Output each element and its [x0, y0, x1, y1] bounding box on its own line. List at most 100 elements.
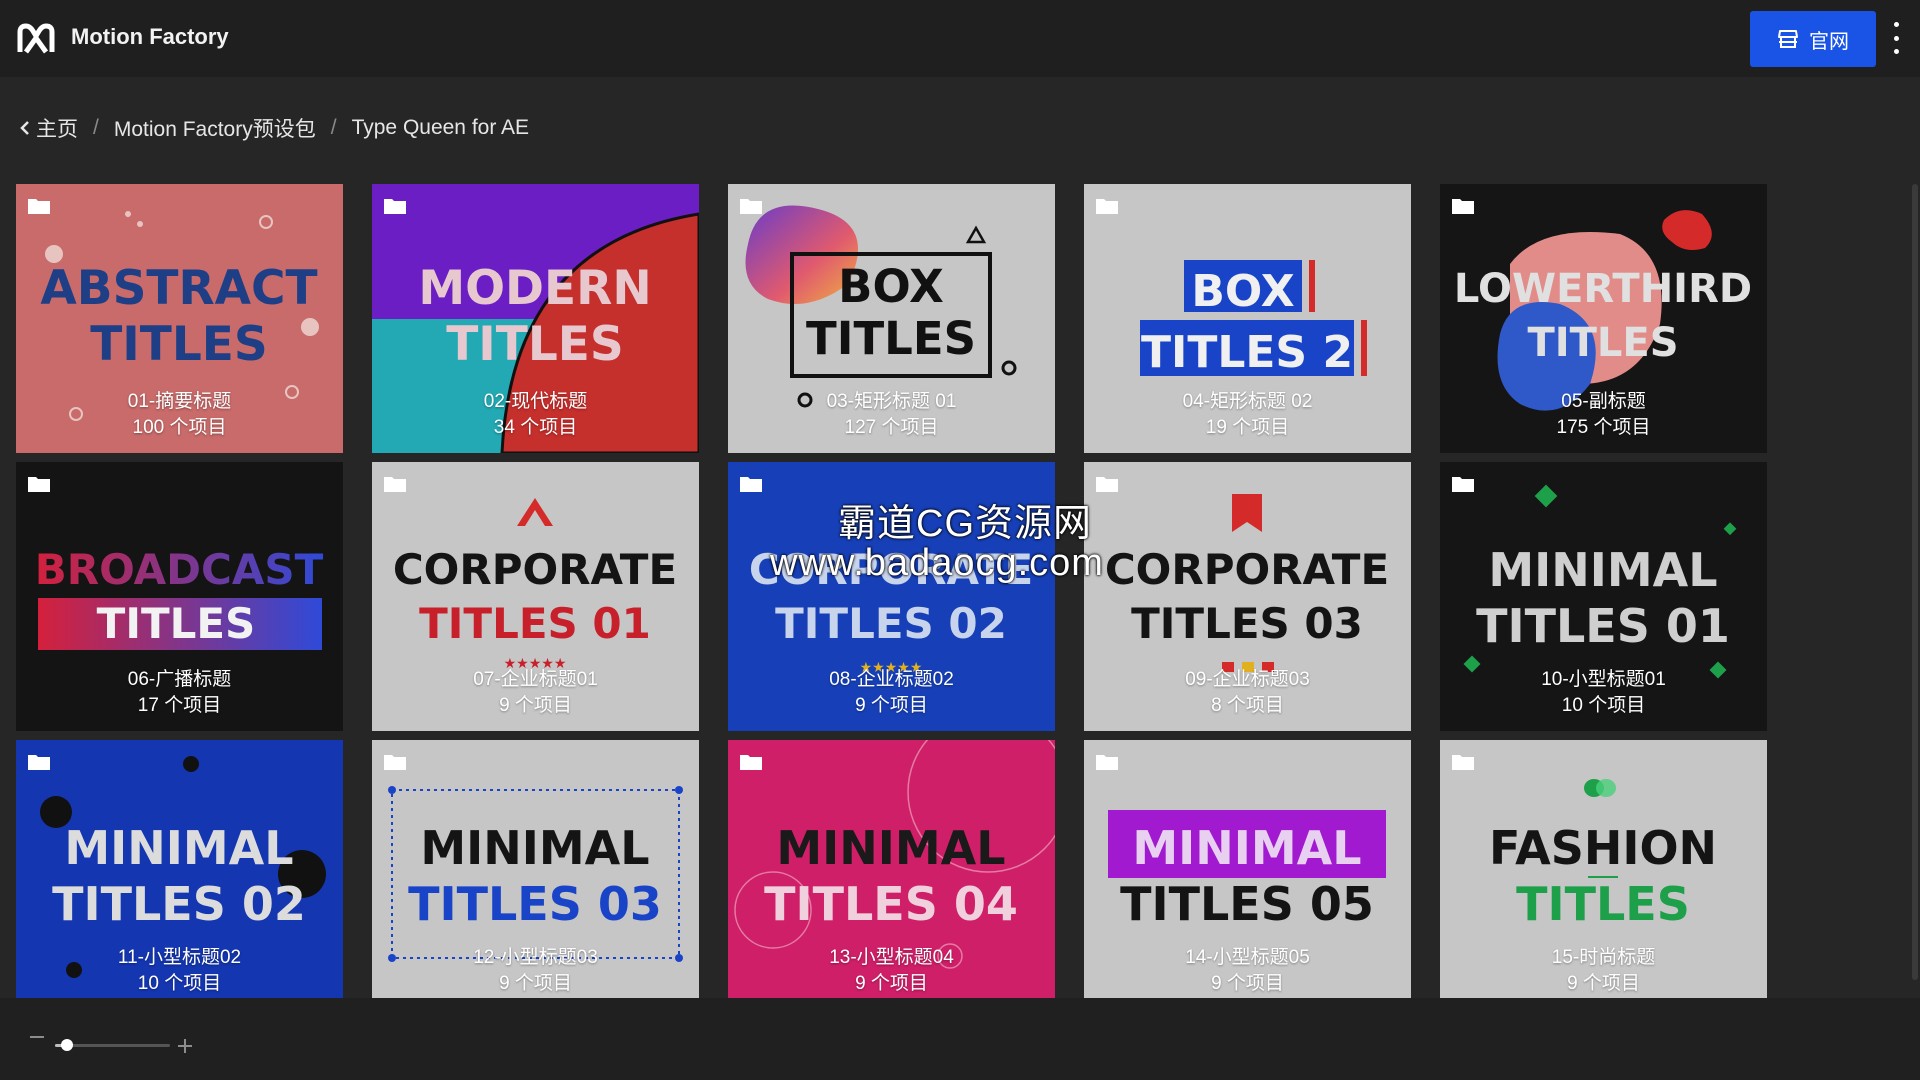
folder-icon — [28, 477, 50, 492]
folder-item-count: 10 个项目 — [1561, 695, 1646, 716]
folder-item-count: 34 个项目 — [493, 417, 578, 438]
art-line1: MINIMAL — [776, 821, 1005, 875]
folder-name: 02-现代标题 — [483, 391, 588, 412]
folder-name: 14-小型标题05 — [1185, 947, 1310, 968]
art-line2: TITLES 02 — [775, 599, 1007, 648]
folder-item-count: 10 个项目 — [137, 973, 222, 994]
app-title: Motion Factory — [71, 24, 229, 49]
folder-icon — [384, 477, 406, 492]
folder-name: 05-副标题 — [1561, 391, 1646, 412]
art-line2: TITLES — [90, 317, 268, 372]
art-line1: CORPORATE — [393, 545, 677, 594]
watermark-text: 霸道CG资源网 — [838, 503, 1093, 545]
folder-name: 10-小型标题01 — [1541, 669, 1666, 690]
folder-name: 06-广播标题 — [127, 669, 232, 690]
folder-card[interactable]: LOWERTHIRD TITLES 05-副标题 175 个项目 — [1440, 184, 1767, 453]
official-site-button[interactable]: 官网 — [1750, 11, 1876, 67]
folder-item-count: 8 个项目 — [1211, 695, 1284, 716]
art-line1: BROADCAST — [35, 545, 324, 594]
art-line1: CORPORATE — [1105, 545, 1389, 594]
bottom-bar — [0, 998, 1920, 1080]
folder-item-count: 9 个项目 — [855, 973, 928, 994]
folder-card[interactable]: MODERN TITLES 02-现代标题 34 个项目 — [372, 184, 699, 453]
folder-icon — [384, 755, 406, 770]
breadcrumb: 主页 / Motion Factory预设包 / Type Queen for … — [20, 113, 529, 143]
folder-card[interactable]: FASHION TITLES 15-时尚标题 9 个项目 — [1440, 740, 1767, 1009]
breadcrumb-separator: / — [330, 116, 337, 139]
art-line2: TITLES — [97, 599, 256, 648]
art-line1: BOX — [1191, 266, 1294, 317]
folder-item-count: 9 个项目 — [855, 695, 928, 716]
folder-name: 01-摘要标题 — [127, 391, 232, 412]
folder-name: 11-小型标题02 — [117, 947, 242, 968]
folder-card[interactable]: CORPORATE TITLES 01 ★★★★★ 07-企业标题01 9 个项… — [372, 462, 699, 731]
folder-item-count: 175 个项目 — [1556, 417, 1651, 438]
folder-icon — [1096, 755, 1118, 770]
folder-icon — [28, 199, 50, 214]
vertical-scrollbar[interactable] — [1912, 184, 1918, 980]
folder-card[interactable]: BOX TITLES 03-矩形标题 01 127 个项目 — [728, 184, 1055, 453]
breadcrumb-motion-factory-presets[interactable]: Motion Factory预设包 — [114, 113, 316, 143]
folder-card[interactable]: BROADCAST TITLES 06-广播标题 17 个项目 — [16, 462, 343, 731]
chevron-left-icon[interactable] — [20, 120, 30, 136]
folder-name: 04-矩形标题 02 — [1182, 391, 1313, 412]
art-line2: TITLES — [806, 312, 976, 365]
art-line1: MINIMAL — [64, 821, 293, 875]
art-line1: BOX — [838, 260, 944, 313]
folder-name: 12-小型标题03 — [473, 947, 598, 968]
folder-icon — [384, 199, 406, 214]
folder-item-count: 17 个项目 — [137, 695, 222, 716]
art-line1: LOWERTHIRD — [1454, 266, 1752, 312]
folder-name: 09-企业标题03 — [1185, 669, 1310, 690]
art-line2: TITLES — [1527, 320, 1678, 366]
folder-icon — [740, 477, 762, 492]
folder-card[interactable]: MINIMAL TITLES 05 14-小型标题05 9 个项目 — [1084, 740, 1411, 1009]
folder-card[interactable]: MINIMAL TITLES 03 12-小型标题03 9 个项目 — [372, 740, 699, 1009]
folder-icon — [740, 199, 762, 214]
art-line2: TITLES 02 — [52, 877, 306, 931]
more-vertical-icon[interactable] — [1890, 22, 1902, 54]
zoom-out-icon[interactable] — [30, 1036, 44, 1038]
folder-name: 15-时尚标题 — [1551, 947, 1656, 968]
folder-item-count: 127 个项目 — [844, 417, 939, 438]
folder-card[interactable]: CORPORATE TITLES 03 09-企业标题03 8 个项目 — [1084, 462, 1411, 731]
folder-icon — [1452, 755, 1474, 770]
folder-icon — [740, 755, 762, 770]
folder-name: 07-企业标题01 — [473, 669, 598, 690]
art-line2: TITLES 04 — [764, 877, 1018, 931]
folder-item-count: 19 个项目 — [1205, 417, 1290, 438]
motion-factory-logo-icon[interactable] — [16, 22, 56, 56]
folder-card[interactable]: MINIMAL TITLES 01 10-小型标题01 10 个项目 — [1440, 462, 1767, 731]
top-bar: Motion Factory 官网 — [0, 0, 1920, 77]
folder-card[interactable]: MINIMAL TITLES 02 11-小型标题02 10 个项目 — [16, 740, 343, 1009]
art-line1: ABSTRACT — [40, 261, 317, 316]
official-site-label: 官网 — [1809, 30, 1849, 53]
folder-icon — [28, 755, 50, 770]
store-icon — [1778, 30, 1798, 48]
breadcrumb-separator: / — [93, 116, 99, 139]
art-line1: MINIMAL — [1488, 543, 1717, 597]
folder-item-count: 9 个项目 — [1567, 973, 1640, 994]
folder-card[interactable]: ABSTRACT TITLES 01-摘要标题 100 个项目 — [16, 184, 343, 453]
folder-name: 08-企业标题02 — [829, 669, 954, 690]
art-line2: TITLES 03 — [408, 877, 662, 931]
folder-icon — [1096, 477, 1118, 492]
folder-card[interactable]: MINIMAL TITLES 04 13-小型标题04 9 个项目 — [728, 740, 1055, 1009]
zoom-in-icon[interactable] — [178, 1039, 192, 1053]
zoom-slider-handle[interactable] — [60, 1039, 73, 1051]
art-line2: TITLES — [1516, 877, 1690, 931]
folder-card[interactable]: BOX TITLES 2 04-矩形标题 02 19 个项目 — [1084, 184, 1411, 453]
folder-item-count: 9 个项目 — [499, 695, 572, 716]
folder-item-count: 100 个项目 — [132, 417, 227, 438]
art-line1: MODERN — [418, 261, 651, 316]
folder-name: 03-矩形标题 01 — [826, 391, 957, 412]
art-line2: TITLES — [446, 317, 624, 372]
art-line2: TITLES 05 — [1120, 877, 1374, 931]
breadcrumb-home[interactable]: 主页 — [36, 113, 78, 143]
art-line2: TITLES 03 — [1131, 599, 1363, 648]
art-line1: FASHION — [1489, 821, 1717, 875]
art-line2: TITLES 01 — [419, 599, 651, 648]
breadcrumb-current[interactable]: Type Queen for AE — [352, 116, 529, 140]
folder-name: 13-小型标题04 — [829, 947, 954, 968]
art-line2: TITLES 2 — [1141, 327, 1353, 378]
